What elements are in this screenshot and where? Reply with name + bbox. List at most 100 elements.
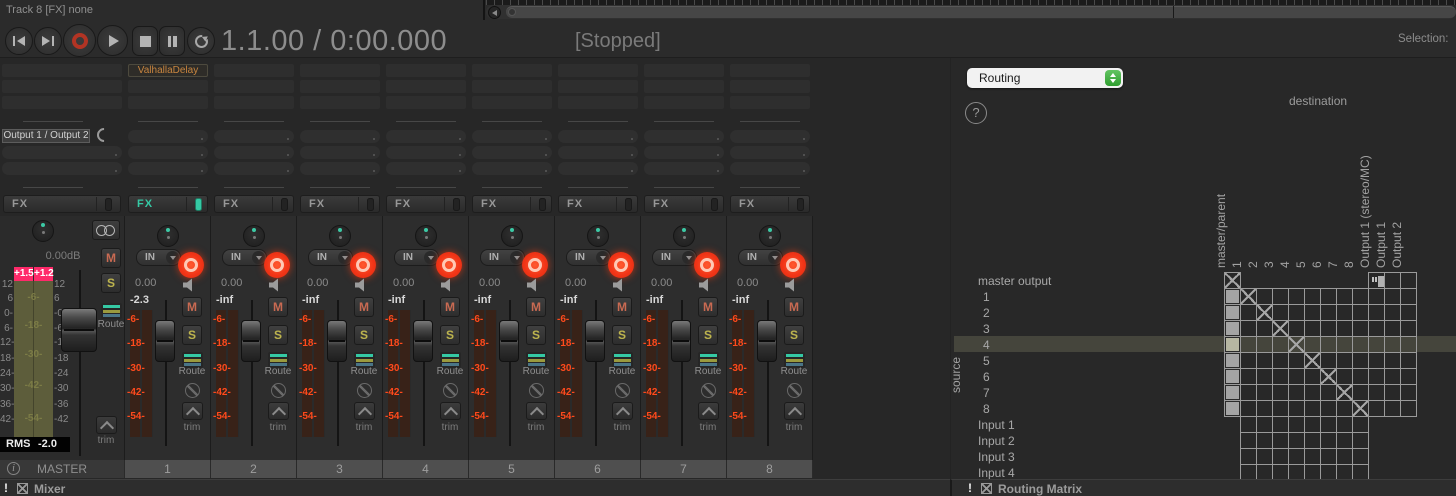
matrix-cell[interactable] [1304, 384, 1321, 401]
matrix-cell[interactable] [1224, 368, 1241, 385]
matrix-cell[interactable] [1240, 304, 1257, 321]
fx-insert-slot[interactable] [472, 64, 552, 77]
play-button[interactable] [97, 25, 128, 56]
matrix-cell[interactable] [1384, 272, 1401, 289]
mute-button[interactable]: M [612, 297, 632, 317]
phase-button[interactable] [443, 383, 458, 398]
speaker-icon[interactable] [526, 278, 541, 292]
matrix-cell[interactable] [1256, 320, 1273, 337]
matrix-cell[interactable] [1384, 320, 1401, 337]
record-arm-button[interactable] [436, 252, 462, 278]
mute-button[interactable]: M [698, 297, 718, 317]
matrix-cell[interactable] [1320, 304, 1337, 321]
matrix-cell[interactable] [1272, 464, 1289, 479]
matrix-cell[interactable] [1288, 416, 1305, 433]
fx-insert-slot[interactable] [214, 80, 294, 93]
matrix-cell[interactable] [1304, 320, 1321, 337]
matrix-cell[interactable] [1352, 416, 1369, 433]
record-button[interactable] [63, 24, 96, 57]
matrix-cell[interactable] [1224, 400, 1241, 417]
matrix-cell[interactable] [1400, 272, 1417, 289]
mute-button[interactable]: M [440, 297, 460, 317]
matrix-cell[interactable] [1272, 448, 1289, 465]
matrix-cell[interactable] [1352, 464, 1369, 479]
pan-knob[interactable] [157, 225, 179, 247]
track-number[interactable]: 6 [555, 460, 641, 478]
matrix-cell[interactable] [1240, 400, 1257, 417]
matrix-cell[interactable] [1384, 368, 1401, 385]
matrix-cell[interactable] [1272, 320, 1289, 337]
matrix-cell[interactable] [1256, 416, 1273, 433]
close-icon[interactable] [981, 483, 992, 494]
matrix-cell[interactable] [1400, 288, 1417, 305]
record-arm-button[interactable] [694, 252, 720, 278]
matrix-row-label[interactable]: 2 [978, 306, 990, 320]
trim-button[interactable] [612, 402, 633, 420]
matrix-cell[interactable] [1336, 304, 1353, 321]
fx-insert-slot[interactable] [558, 64, 638, 77]
matrix-cell[interactable] [1256, 368, 1273, 385]
solo-button[interactable]: S [440, 325, 460, 345]
input-button[interactable]: IN [308, 249, 353, 266]
input-dropdown-icon[interactable] [768, 251, 781, 264]
volume-fader[interactable] [327, 320, 347, 362]
matrix-cell[interactable] [1288, 336, 1305, 353]
matrix-cell[interactable] [1352, 432, 1369, 449]
fx-insert-slot[interactable]: ValhallaDelay [128, 64, 208, 77]
matrix-column-header[interactable]: 3 [1263, 261, 1275, 268]
input-dropdown-icon[interactable] [252, 251, 265, 264]
send-slot[interactable] [558, 130, 638, 143]
matrix-cell[interactable] [1240, 368, 1257, 385]
matrix-cell[interactable] [1368, 352, 1385, 369]
fx-insert-slot[interactable] [730, 64, 810, 77]
send-slot[interactable] [128, 162, 208, 175]
send-slot[interactable] [472, 130, 552, 143]
matrix-cell[interactable] [1288, 448, 1305, 465]
send-slot[interactable] [644, 146, 724, 159]
speaker-icon[interactable] [268, 278, 283, 292]
send-slot[interactable] [386, 162, 466, 175]
phase-button[interactable] [701, 383, 716, 398]
matrix-cell[interactable] [1272, 336, 1289, 353]
matrix-cell[interactable] [1288, 368, 1305, 385]
matrix-cell[interactable] [1272, 432, 1289, 449]
matrix-cell[interactable] [1336, 336, 1353, 353]
send-slot[interactable] [2, 146, 122, 159]
matrix-row-label[interactable]: 4 [978, 338, 990, 352]
help-button[interactable]: ? [965, 102, 987, 124]
matrix-cell[interactable] [1272, 288, 1289, 305]
matrix-cell[interactable] [1304, 464, 1321, 479]
send-slot[interactable] [730, 130, 810, 143]
matrix-cell[interactable] [1352, 320, 1369, 337]
fx-insert-slot[interactable] [2, 80, 122, 93]
matrix-cell[interactable] [1320, 464, 1337, 479]
matrix-cell[interactable] [1288, 320, 1305, 337]
matrix-cell[interactable] [1256, 336, 1273, 353]
volume-fader[interactable] [671, 320, 691, 362]
matrix-cell[interactable] [1320, 416, 1337, 433]
matrix-cell[interactable] [1336, 464, 1353, 479]
track-number[interactable]: 5 [469, 460, 555, 478]
matrix-cell[interactable] [1368, 288, 1385, 305]
matrix-cell[interactable] [1224, 272, 1241, 289]
fx-insert-slot[interactable] [386, 80, 466, 93]
send-slot[interactable] [128, 146, 208, 159]
mute-button[interactable]: M [526, 297, 546, 317]
matrix-cell[interactable] [1320, 432, 1337, 449]
matrix-cell[interactable] [1400, 400, 1417, 417]
matrix-cell[interactable] [1240, 416, 1257, 433]
fx-button[interactable]: FX [300, 195, 380, 213]
matrix-cell[interactable] [1304, 304, 1321, 321]
fx-indicator[interactable] [711, 198, 718, 211]
matrix-column-header[interactable]: 1 [1231, 261, 1243, 268]
input-button[interactable]: IN [738, 249, 783, 266]
matrix-cell[interactable] [1320, 288, 1337, 305]
trim-button[interactable] [354, 402, 375, 420]
record-arm-button[interactable] [522, 252, 548, 278]
input-button[interactable]: IN [652, 249, 697, 266]
matrix-row-label[interactable]: 7 [978, 386, 990, 400]
matrix-cell[interactable] [1272, 368, 1289, 385]
matrix-cell[interactable] [1384, 336, 1401, 353]
matrix-cell[interactable] [1240, 352, 1257, 369]
matrix-cell[interactable] [1288, 432, 1305, 449]
